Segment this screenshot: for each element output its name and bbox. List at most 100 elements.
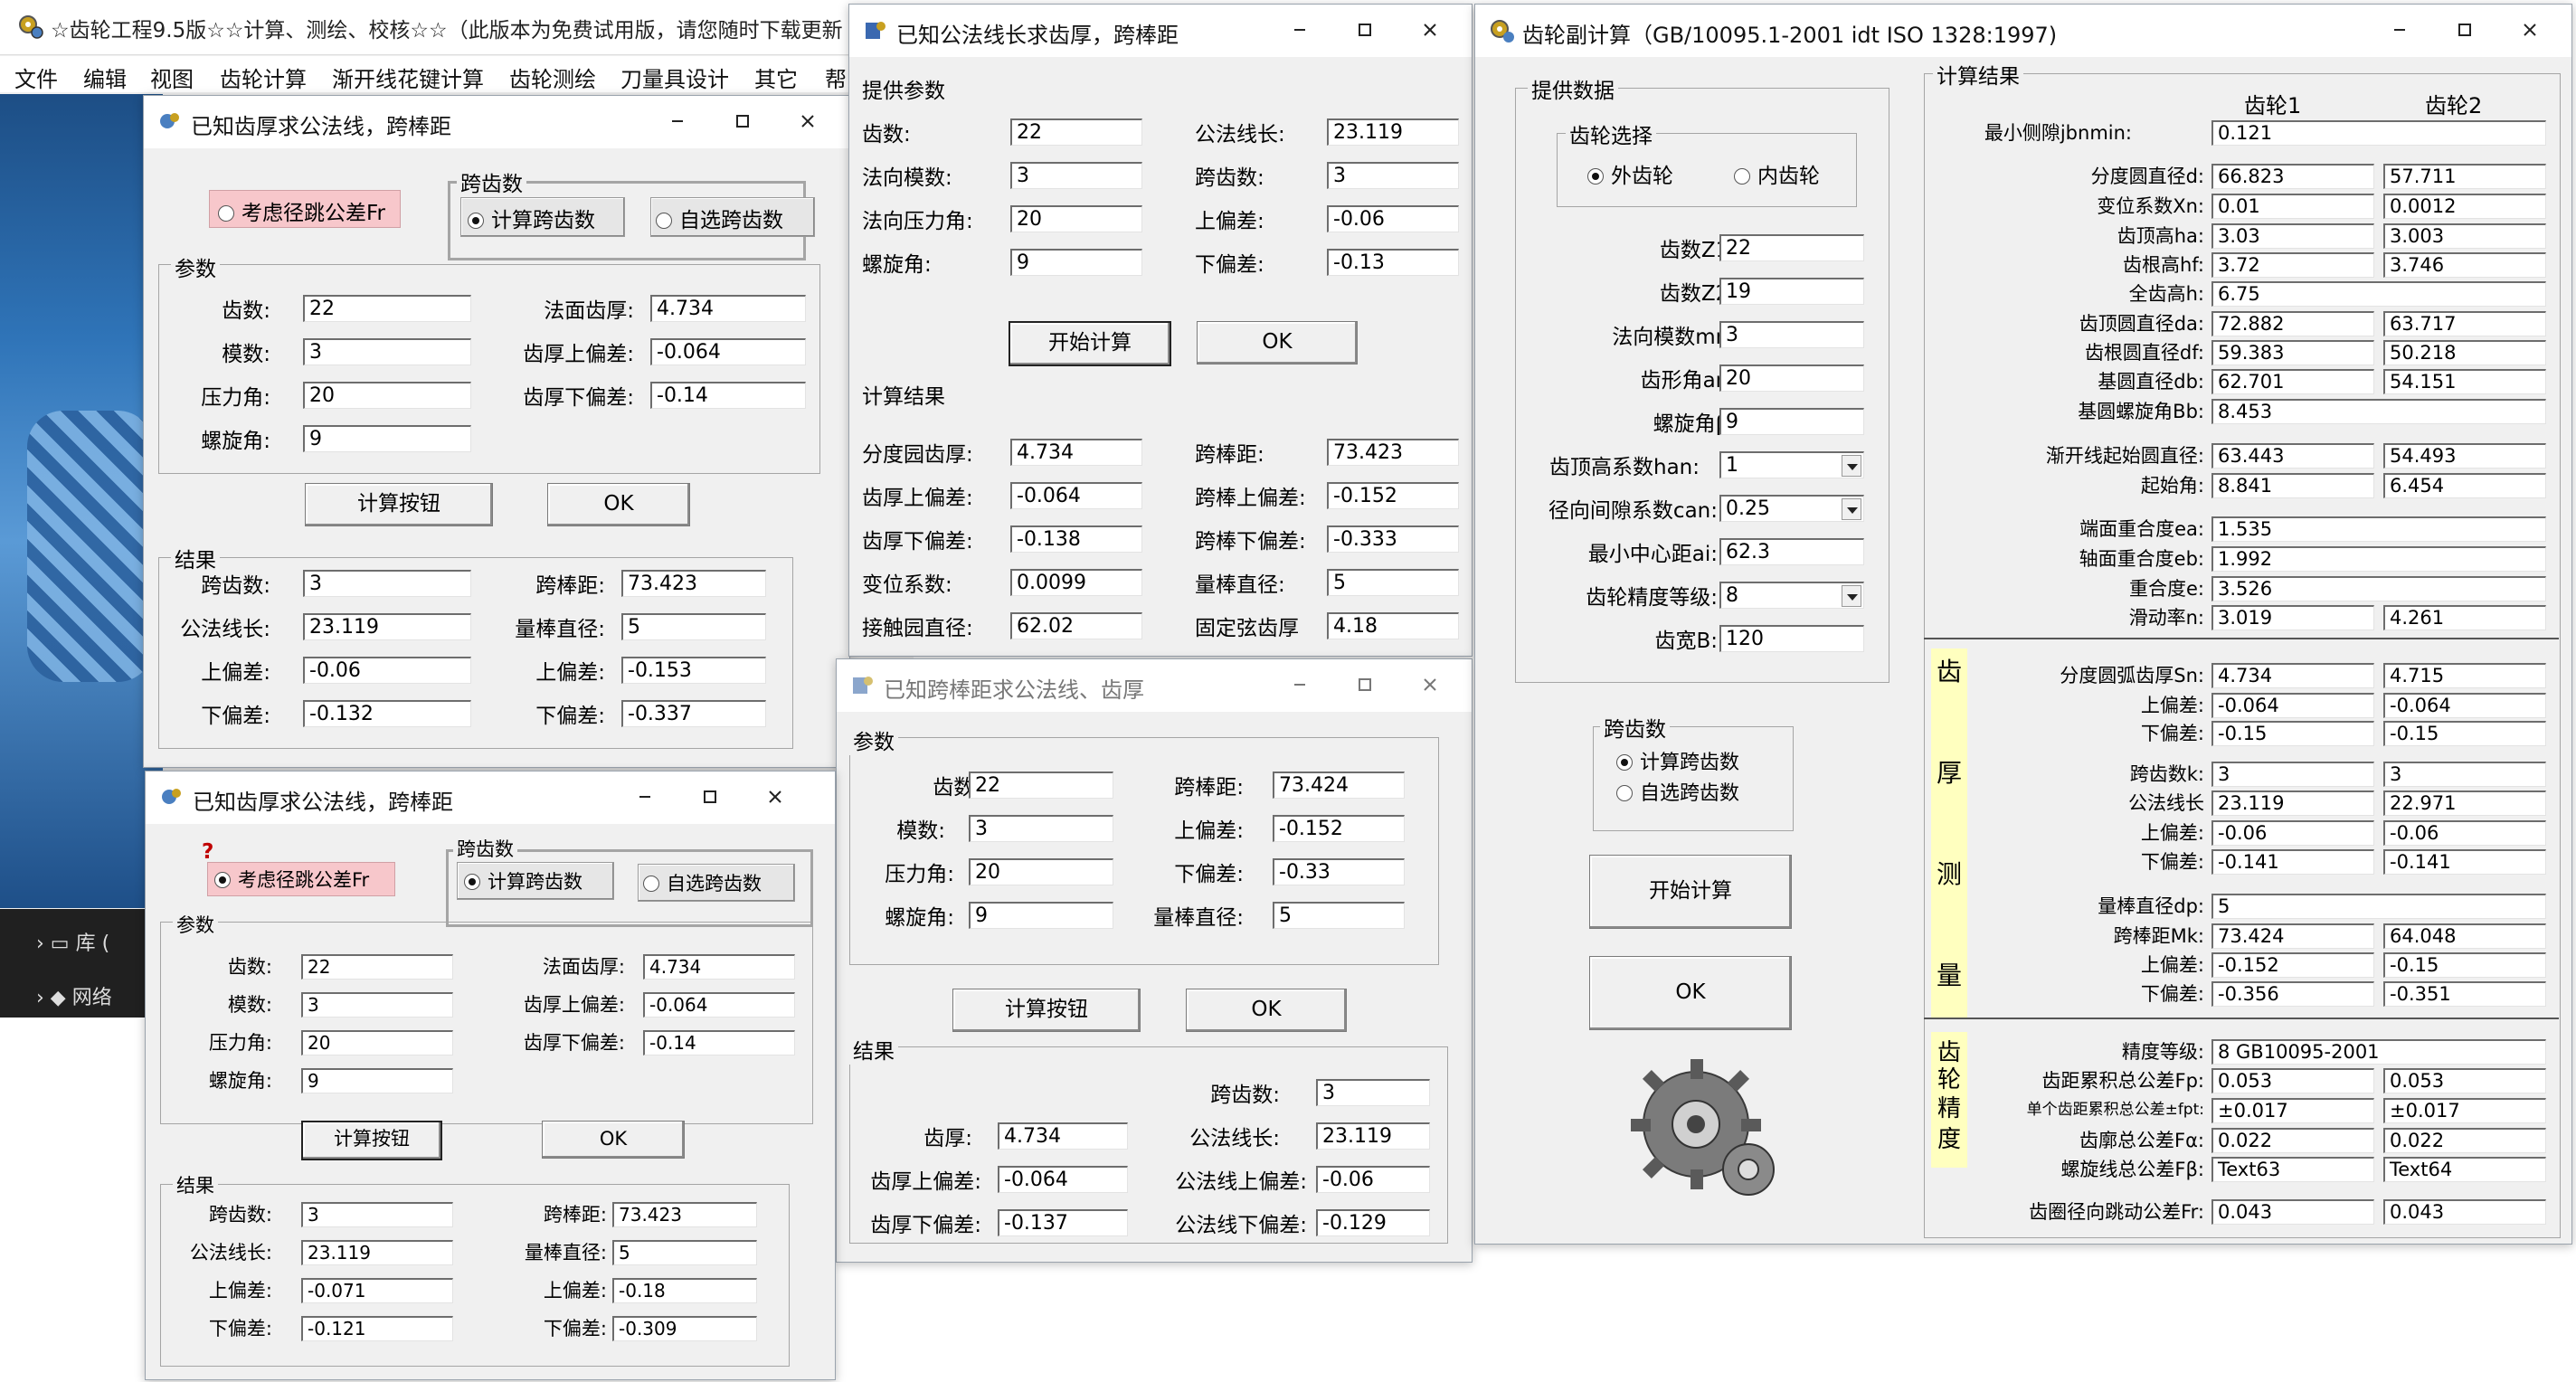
wk-input[interactable]: 23.119 bbox=[1327, 118, 1459, 146]
helix-input[interactable]: 9 bbox=[1010, 249, 1142, 276]
self-span-radio[interactable]: 自选跨齿数 bbox=[1616, 777, 1739, 806]
lower-dev-input[interactable]: -0.33 bbox=[1273, 858, 1405, 885]
menu-spline-calc[interactable]: 渐开线花键计算 bbox=[332, 62, 484, 93]
menu-view[interactable]: 视图 bbox=[150, 62, 194, 93]
minimize-icon[interactable] bbox=[2382, 14, 2418, 46]
z1-input[interactable]: 22 bbox=[1719, 234, 1864, 261]
result-dp-input[interactable]: 5 bbox=[1327, 569, 1459, 596]
normal-thickness-label: 法面齿厚: bbox=[542, 956, 625, 978]
ok-button[interactable]: OK bbox=[547, 483, 690, 526]
pressure-input[interactable]: 20 bbox=[969, 858, 1113, 885]
ok-button[interactable]: OK bbox=[1197, 321, 1358, 364]
thickness-lower-dev-input[interactable]: -0.14 bbox=[650, 382, 806, 409]
maximize-icon[interactable] bbox=[1347, 668, 1383, 701]
z2-input[interactable]: 19 bbox=[1719, 278, 1864, 305]
explorer-library[interactable]: › ▭ 库 ( bbox=[36, 927, 109, 956]
menu-tool-design[interactable]: 刀量具设计 bbox=[620, 62, 729, 93]
chevron-down-icon[interactable] bbox=[1842, 455, 1861, 477]
self-span-radio[interactable]: 自选跨齿数 bbox=[643, 869, 762, 896]
menu-gear-survey[interactable]: 齿轮测绘 bbox=[509, 62, 596, 93]
calc-span-radio[interactable]: 计算跨齿数 bbox=[1616, 746, 1739, 775]
result-thk-upper-output: -0.064 bbox=[998, 1166, 1128, 1193]
z1-label: 齿数Z1: bbox=[1659, 239, 1736, 262]
thickness-upper-dev-input[interactable]: -0.064 bbox=[643, 992, 795, 1018]
maximize-icon[interactable] bbox=[1347, 14, 1383, 46]
chevron-down-icon[interactable] bbox=[1842, 585, 1861, 607]
help-question-icon[interactable]: ? bbox=[202, 840, 213, 864]
can-select[interactable]: 0.25 bbox=[1719, 495, 1864, 522]
helix-angle-input[interactable]: 9 bbox=[303, 425, 471, 452]
minimize-icon[interactable] bbox=[1282, 668, 1318, 701]
helix-input[interactable]: 9 bbox=[969, 902, 1113, 929]
beta-input[interactable]: 9 bbox=[1719, 408, 1864, 435]
maximize-icon[interactable] bbox=[692, 781, 728, 813]
maximize-icon[interactable] bbox=[2447, 14, 2483, 46]
thickness-lower-dev-input[interactable]: -0.14 bbox=[643, 1030, 795, 1055]
ok-button[interactable]: OK bbox=[1589, 956, 1792, 1030]
han-select[interactable]: 1 bbox=[1719, 451, 1864, 478]
maximize-icon[interactable] bbox=[724, 105, 761, 137]
pressure-angle-input[interactable]: 20 bbox=[301, 1030, 453, 1055]
menu-file[interactable]: 文件 bbox=[14, 62, 58, 93]
start-calc-button[interactable]: 开始计算 bbox=[1009, 321, 1171, 366]
normal-thickness-input[interactable]: 4.734 bbox=[643, 954, 795, 980]
result-dp-input[interactable]: 5 bbox=[612, 1240, 757, 1265]
calc-button[interactable]: 计算按钮 bbox=[305, 483, 493, 526]
calc-span-radio[interactable]: 计算跨齿数 bbox=[468, 203, 595, 233]
an-input[interactable]: 20 bbox=[1719, 364, 1864, 392]
normal-thickness-input[interactable]: 4.734 bbox=[650, 295, 806, 322]
close-icon[interactable] bbox=[2512, 14, 2548, 46]
menu-help[interactable]: 帮 bbox=[825, 62, 847, 93]
menu-other[interactable]: 其它 bbox=[754, 62, 798, 93]
minimize-icon[interactable] bbox=[659, 105, 696, 137]
thickness-upper-dev-input[interactable]: -0.064 bbox=[650, 338, 806, 365]
self-span-radio[interactable]: 自选跨齿数 bbox=[656, 203, 783, 233]
start-calc-button[interactable]: 开始计算 bbox=[1589, 855, 1792, 929]
close-icon[interactable] bbox=[757, 781, 793, 813]
close-icon[interactable] bbox=[790, 105, 826, 137]
gear1-value: 1.535 bbox=[2211, 516, 2546, 542]
dp-input[interactable]: 5 bbox=[1273, 902, 1405, 929]
menu-gear-calc[interactable]: 齿轮计算 bbox=[220, 62, 307, 93]
calc-span-radio[interactable]: 计算跨齿数 bbox=[464, 867, 582, 895]
minimize-icon[interactable] bbox=[1282, 14, 1318, 46]
pressure-angle-input[interactable]: 20 bbox=[303, 382, 471, 409]
module-input[interactable]: 3 bbox=[969, 815, 1113, 842]
result-row-label: 基圆直径db: bbox=[2098, 371, 2204, 393]
upper-dev-input[interactable]: -0.06 bbox=[1327, 205, 1459, 232]
normal-pressure-input[interactable]: 20 bbox=[1010, 205, 1142, 232]
close-icon[interactable] bbox=[1412, 14, 1448, 46]
consider-runout-radio[interactable]: 考虑径跳公差Fr bbox=[218, 195, 385, 226]
mk-input[interactable]: 73.424 bbox=[1273, 771, 1405, 799]
width-input[interactable]: 120 bbox=[1719, 625, 1864, 652]
minimize-icon[interactable] bbox=[627, 781, 663, 813]
ok-button[interactable]: OK bbox=[542, 1121, 685, 1159]
mn-input[interactable]: 3 bbox=[1719, 321, 1864, 348]
consider-runout-radio[interactable]: 考虑径跳公差Fr bbox=[214, 866, 369, 893]
ai-input[interactable]: 62.3 bbox=[1719, 538, 1864, 565]
menu-edit[interactable]: 编辑 bbox=[83, 62, 127, 93]
teeth-input[interactable]: 22 bbox=[1010, 118, 1142, 146]
helix-angle-input[interactable]: 9 bbox=[301, 1068, 453, 1093]
result-dp-input[interactable]: 5 bbox=[621, 613, 766, 640]
close-icon[interactable] bbox=[1412, 668, 1448, 701]
normal-module-input[interactable]: 3 bbox=[1010, 162, 1142, 189]
module-input[interactable]: 3 bbox=[303, 338, 471, 365]
calc-button[interactable]: 计算按钮 bbox=[301, 1121, 442, 1160]
chevron-down-icon[interactable] bbox=[1842, 498, 1861, 520]
upper-dev-input[interactable]: -0.152 bbox=[1273, 815, 1405, 842]
ok-button[interactable]: OK bbox=[1186, 989, 1347, 1032]
lower-dev-input[interactable]: -0.13 bbox=[1327, 249, 1459, 276]
span-input[interactable]: 3 bbox=[1327, 162, 1459, 189]
module-input[interactable]: 3 bbox=[301, 992, 453, 1018]
grade-select[interactable]: 8 bbox=[1719, 582, 1864, 609]
gear1-value: 63.443 bbox=[2211, 443, 2374, 469]
calc-button[interactable]: 计算按钮 bbox=[952, 989, 1141, 1032]
internal-gear-radio[interactable]: 内齿轮 bbox=[1734, 158, 1820, 189]
external-gear-radio[interactable]: 外齿轮 bbox=[1587, 158, 1673, 189]
teeth-input[interactable]: 22 bbox=[301, 954, 453, 980]
app-icon bbox=[866, 22, 886, 39]
teeth-input[interactable]: 22 bbox=[303, 295, 471, 322]
explorer-network[interactable]: › ◆ 网络 bbox=[36, 981, 112, 1010]
teeth-input[interactable]: 22 bbox=[969, 771, 1113, 799]
